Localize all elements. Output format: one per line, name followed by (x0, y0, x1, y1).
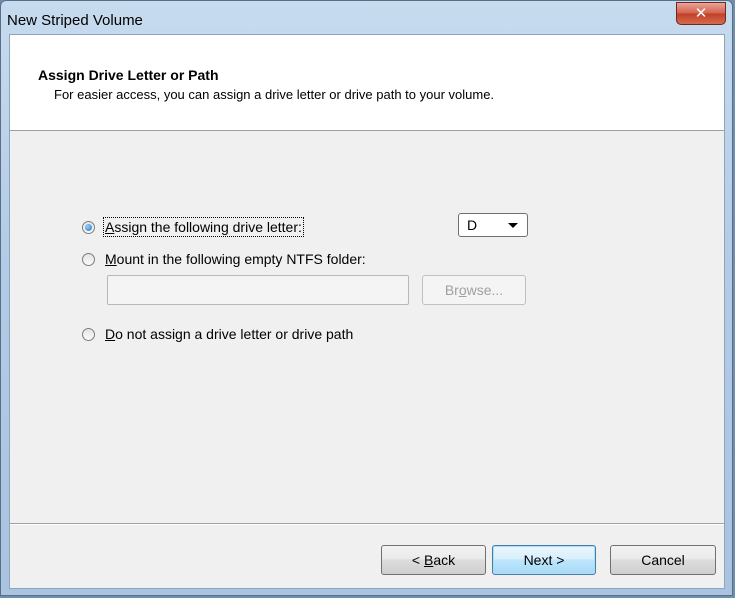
radio-button[interactable] (82, 252, 95, 266)
close-button[interactable]: ✕ (676, 2, 726, 25)
drive-letter-dropdown[interactable]: D (458, 213, 528, 237)
radio-assign-letter-label[interactable]: Assign the following drive letter: (103, 217, 304, 237)
radio-no-assign[interactable]: Do not assign a drive letter or drive pa… (82, 324, 353, 344)
back-button[interactable]: < Back (381, 545, 486, 575)
radio-button[interactable] (82, 327, 95, 341)
radio-no-assign-label[interactable]: Do not assign a drive letter or drive pa… (105, 326, 353, 342)
browse-button[interactable]: Browse... (422, 275, 526, 305)
radio-button-checked[interactable] (82, 220, 95, 234)
wizard-client: Assign Drive Letter or Path For easier a… (9, 34, 725, 589)
footer-divider (10, 523, 724, 525)
chevron-down-icon (508, 223, 518, 228)
wizard-window: New Striped Volume ✕ Assign Drive Letter… (0, 0, 733, 596)
wizard-header: Assign Drive Letter or Path For easier a… (10, 35, 724, 131)
close-icon: ✕ (694, 4, 708, 22)
page-subtitle: For easier access, you can assign a driv… (54, 87, 495, 102)
folder-path-input[interactable] (107, 275, 409, 305)
drive-letter-value: D (467, 217, 478, 233)
radio-assign-letter[interactable]: Assign the following drive letter: (82, 217, 304, 237)
cancel-button[interactable]: Cancel (610, 545, 716, 575)
page-title: Assign Drive Letter or Path (38, 67, 219, 83)
next-button[interactable]: Next > (492, 545, 596, 575)
radio-mount-folder[interactable]: Mount in the following empty NTFS folder… (82, 249, 366, 269)
radio-mount-folder-label[interactable]: Mount in the following empty NTFS folder… (105, 251, 366, 267)
window-title: New Striped Volume (7, 12, 143, 29)
